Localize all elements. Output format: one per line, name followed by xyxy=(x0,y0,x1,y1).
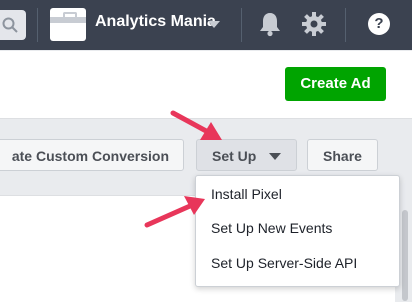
help-icon[interactable]: ? xyxy=(368,13,390,35)
create-ad-button[interactable]: Create Ad xyxy=(285,67,386,101)
divider xyxy=(37,8,38,42)
search-button[interactable] xyxy=(0,10,26,40)
menu-item-setup-server-side-api[interactable]: Set Up Server-Side API xyxy=(211,255,357,271)
gear-icon[interactable] xyxy=(301,11,327,37)
create-custom-conversion-button[interactable]: ate Custom Conversion xyxy=(0,139,184,171)
setup-button[interactable]: Set Up xyxy=(196,139,297,171)
bell-icon[interactable] xyxy=(258,11,282,37)
search-icon xyxy=(2,17,18,33)
scrollbar[interactable] xyxy=(398,210,412,301)
scrollbar-thumb[interactable] xyxy=(402,210,408,301)
setup-label: Set Up xyxy=(212,148,257,164)
account-icon[interactable] xyxy=(50,8,86,41)
divider xyxy=(241,8,242,42)
menu-item-setup-new-events[interactable]: Set Up New Events xyxy=(211,220,332,236)
top-bar: Analytics Mania ? xyxy=(0,0,412,50)
chevron-down-icon xyxy=(269,153,281,160)
share-button[interactable]: Share xyxy=(307,139,378,171)
account-name[interactable]: Analytics Mania xyxy=(95,13,216,31)
setup-dropdown-menu: Install Pixel Set Up New Events Set Up S… xyxy=(195,175,400,287)
menu-item-install-pixel[interactable]: Install Pixel xyxy=(211,186,282,202)
divider xyxy=(345,8,346,42)
chevron-down-icon[interactable] xyxy=(208,21,220,28)
